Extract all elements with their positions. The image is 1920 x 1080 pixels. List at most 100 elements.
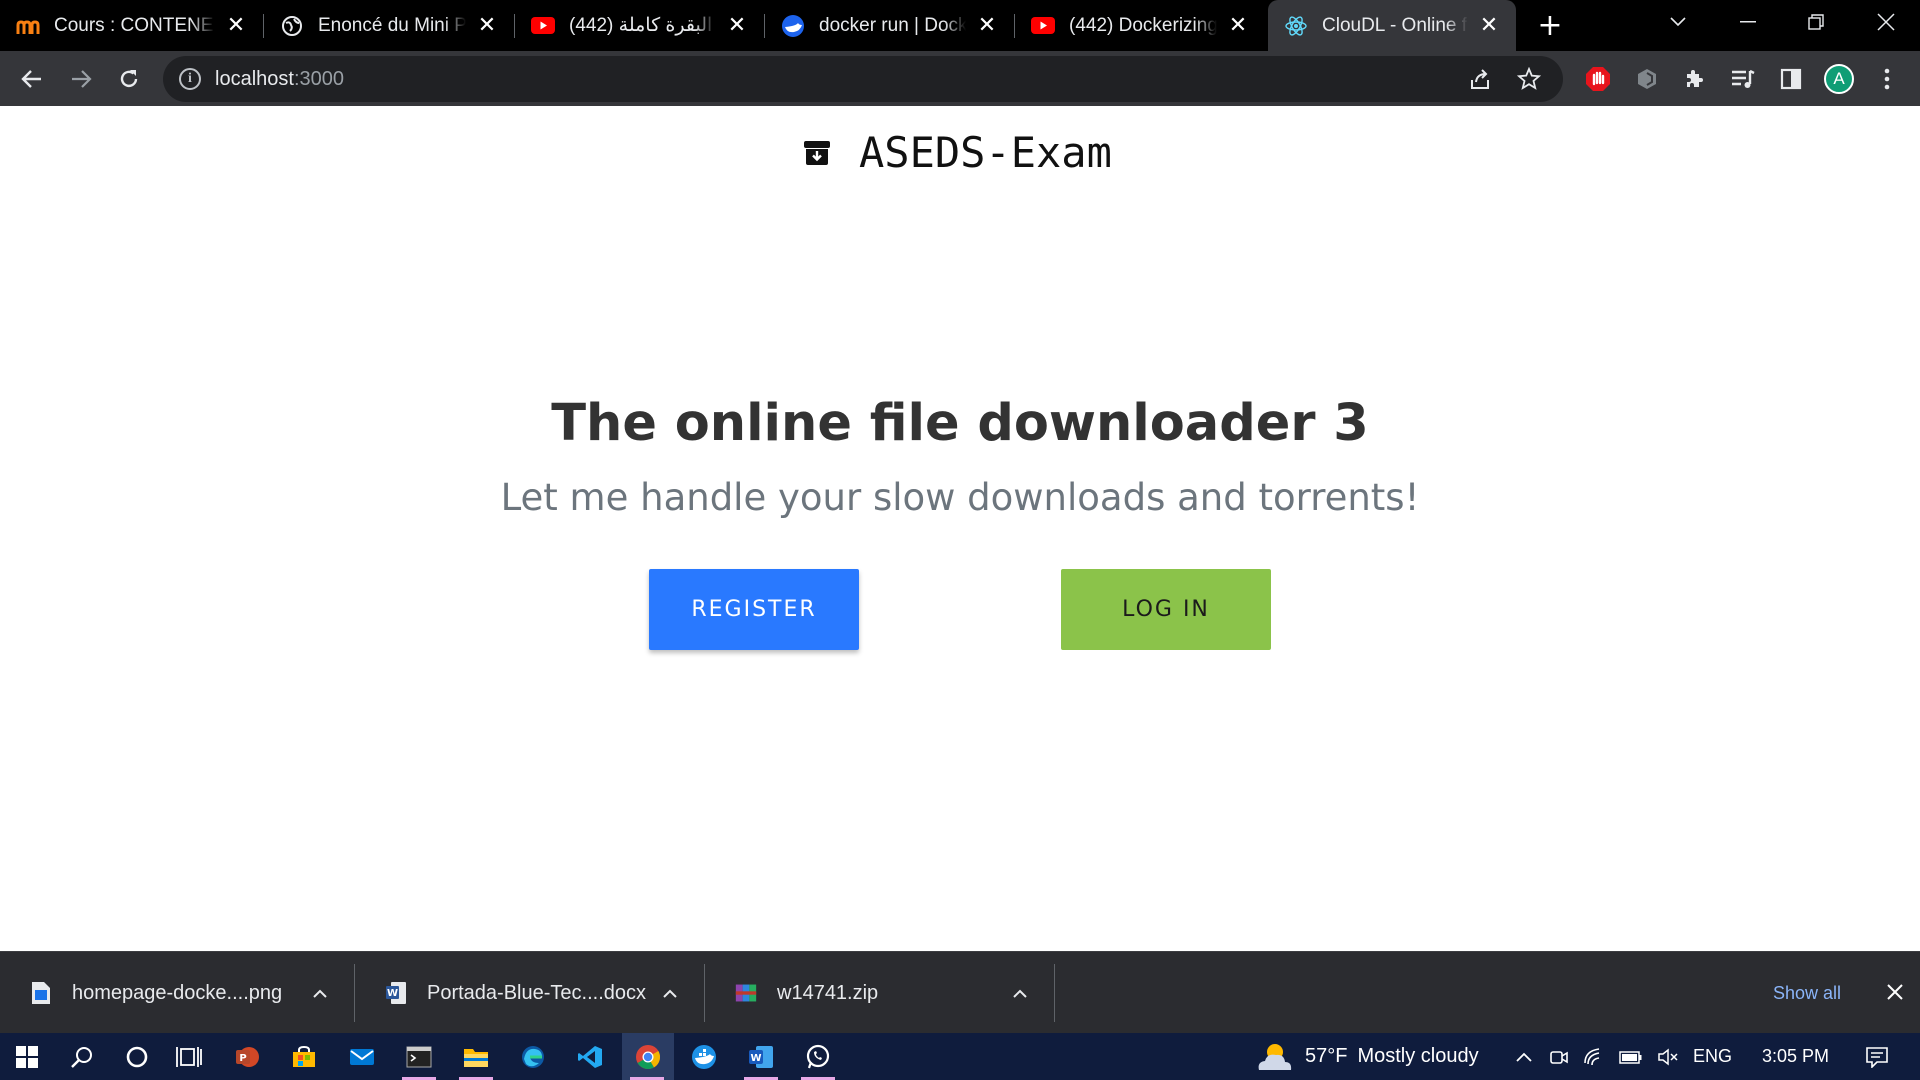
download-separator [1054, 964, 1055, 1022]
browser-menu-button[interactable] [1868, 60, 1906, 98]
show-all-downloads-button[interactable]: Show all [1755, 970, 1859, 1016]
close-icon [1877, 13, 1895, 31]
taskbar-word[interactable]: W [736, 1033, 786, 1080]
download-item[interactable]: homepage-docke....png [0, 960, 354, 1026]
close-icon[interactable]: ✕ [1225, 13, 1251, 39]
wifi-icon[interactable] [1583, 1047, 1605, 1067]
task-view-button[interactable] [164, 1033, 214, 1080]
mail-icon [350, 1048, 374, 1065]
task-view-icon [176, 1046, 202, 1067]
download-item[interactable]: W Portada-Blue-Tec....docx [355, 960, 704, 1026]
taskbar-chrome[interactable] [622, 1033, 674, 1080]
login-button[interactable]: LOG IN [1061, 569, 1271, 650]
address-bar[interactable]: i localhost:3000 [163, 56, 1563, 102]
back-arrow-icon [21, 70, 41, 88]
docker-icon [692, 1044, 716, 1069]
taskbar-vscode[interactable] [565, 1033, 615, 1080]
notification-icon[interactable] [1865, 1046, 1889, 1068]
store-bag-icon [293, 1045, 315, 1067]
language-indicator[interactable]: ENG [1693, 1046, 1732, 1067]
tab-docker-run[interactable]: docker run | Docker ✕ [765, 0, 1014, 51]
close-icon[interactable]: ✕ [1476, 13, 1502, 39]
media-controls-button[interactable] [1724, 60, 1762, 98]
weather-temperature: 57°F [1305, 1045, 1348, 1067]
docker-icon [781, 14, 805, 38]
weather-widget[interactable]: 57°F Mostly cloudy [1255, 1033, 1479, 1080]
share-icon[interactable] [1468, 66, 1494, 92]
browser-toolbar: i localhost:3000 A [0, 51, 1920, 106]
hero-subtitle: Let me handle your slow downloads and to… [500, 476, 1420, 519]
register-button[interactable]: REGISTER [649, 569, 859, 650]
minimize-button[interactable] [1718, 0, 1778, 44]
taskbar-store[interactable] [279, 1033, 329, 1080]
tab-cours[interactable]: Cours : CONTENEURS ✕ [0, 0, 263, 51]
side-panel-icon [1780, 68, 1802, 90]
youtube-icon [531, 14, 555, 38]
taskbar-file-explorer[interactable] [451, 1033, 501, 1080]
clock[interactable]: 3:05 PM [1762, 1046, 1829, 1067]
taskbar-mail[interactable] [337, 1033, 387, 1080]
taskbar-search-button[interactable] [57, 1033, 107, 1080]
chevron-up-icon[interactable] [312, 983, 328, 1004]
extensions-button[interactable] [1676, 60, 1714, 98]
forward-arrow-icon [72, 70, 92, 88]
download-item[interactable]: w14741.zip [705, 960, 1054, 1026]
taskbar-terminal[interactable] [394, 1033, 444, 1080]
back-button[interactable] [13, 60, 51, 98]
restore-button[interactable] [1786, 0, 1846, 44]
reload-button[interactable] [110, 60, 148, 98]
bookmark-star-icon[interactable] [1516, 66, 1542, 92]
chevron-up-icon[interactable] [1012, 983, 1028, 1004]
new-tab-button[interactable]: + [1533, 8, 1567, 43]
speaker-muted-icon[interactable] [1657, 1047, 1679, 1067]
word-icon: W [749, 1045, 773, 1068]
tab-title: Cours : CONTENEURS [54, 14, 215, 36]
url-text: localhost:3000 [215, 67, 344, 90]
close-window-button[interactable] [1856, 0, 1916, 44]
taskbar-edge[interactable] [508, 1033, 558, 1080]
archive-box-icon [804, 140, 830, 165]
extension-hex-button[interactable] [1628, 60, 1666, 98]
taskbar-whatsapp[interactable] [793, 1033, 843, 1080]
info-icon[interactable]: i [179, 68, 201, 90]
meet-now-icon[interactable] [1549, 1047, 1569, 1067]
close-download-bar-button[interactable] [1880, 977, 1910, 1007]
cortana-button[interactable] [112, 1033, 162, 1080]
word-file-icon: W [385, 980, 407, 1006]
close-icon[interactable]: ✕ [724, 13, 750, 39]
reload-icon [120, 70, 138, 88]
brand-header[interactable]: ASEDS-Exam [803, 128, 1112, 177]
chevron-up-icon[interactable] [1515, 1051, 1533, 1063]
close-icon[interactable]: ✕ [974, 13, 1000, 39]
battery-icon[interactable] [1619, 1049, 1643, 1065]
close-icon[interactable]: ✕ [474, 13, 500, 39]
tab-search-button[interactable] [1648, 0, 1708, 44]
chevron-up-icon[interactable] [662, 983, 678, 1004]
download-filename: homepage-docke....png [72, 981, 283, 1004]
profile-button[interactable]: A [1820, 60, 1858, 98]
tab-title: (442) سورة البقرة كاملة [569, 15, 716, 36]
avatar: A [1824, 64, 1854, 94]
side-panel-button[interactable] [1772, 60, 1810, 98]
react-icon [1284, 14, 1308, 38]
tab-youtube-dockerizing[interactable]: (442) Dockerizing a ✕ [1015, 0, 1265, 51]
powerpoint-icon: P [236, 1046, 259, 1067]
close-icon[interactable]: ✕ [223, 13, 249, 39]
brand-name: ASEDS-Exam [859, 128, 1112, 177]
puzzle-icon [1687, 70, 1703, 87]
taskbar-docker[interactable] [679, 1033, 729, 1080]
svg-text:W: W [387, 988, 398, 999]
terminal-icon [406, 1046, 432, 1067]
taskbar-powerpoint[interactable]: P [222, 1033, 272, 1080]
image-file-icon [30, 980, 52, 1006]
windows-taskbar: P W 57°F Mostly cloudy ENG 3:05 PM [0, 1033, 1920, 1080]
start-button[interactable] [2, 1033, 52, 1080]
youtube-icon [1031, 14, 1055, 38]
tab-youtube-quran[interactable]: (442) سورة البقرة كاملة ✕ [515, 0, 764, 51]
forward-button[interactable] [62, 60, 100, 98]
hero-title: The online file downloader 3 [551, 394, 1369, 453]
tab-cloudl[interactable]: ClouDL - Online file ✕ [1268, 0, 1516, 51]
tab-title: ClouDL - Online file [1322, 14, 1468, 36]
extension-adblock-button[interactable] [1579, 60, 1617, 98]
tab-enonce[interactable]: Enoncé du Mini Projet ✕ [264, 0, 514, 51]
